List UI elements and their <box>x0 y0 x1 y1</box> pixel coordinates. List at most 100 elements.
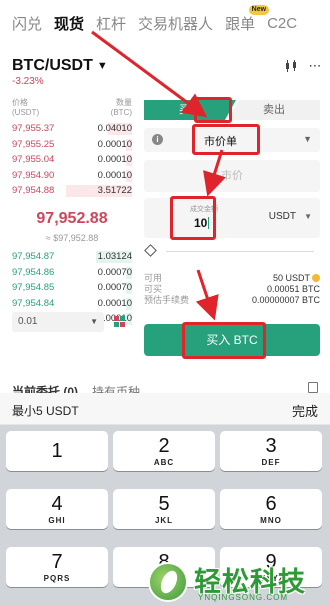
key-6[interactable]: 6 MNO <box>220 489 322 529</box>
balance-info: 可用 50 USDT 可买 0.00051 BTC 预估手续费 0.000000… <box>144 273 320 306</box>
amount-unit-select[interactable]: USDT <box>269 211 296 222</box>
amount-slider[interactable] <box>144 244 320 260</box>
available-row: 可用 50 USDT <box>144 273 320 284</box>
price-column-header: 价格 (USDT) <box>12 98 40 117</box>
key-7[interactable]: 7 PQRS <box>6 547 108 587</box>
new-badge: New <box>248 4 270 15</box>
ask-row[interactable]: 97,954.88 3.51722 <box>12 184 132 198</box>
last-price: 97,952.88 <box>36 210 108 227</box>
row-qty: 0.00070 <box>97 266 132 278</box>
depth-view-icon[interactable] <box>114 316 126 328</box>
highlight-box-order-type <box>192 124 260 155</box>
price-change: -3.23% <box>12 76 44 87</box>
tab-margin[interactable]: 杠杆 <box>96 13 126 34</box>
precision-value: 0.01 <box>18 316 38 327</box>
precision-select[interactable]: 0.01 ▼ <box>12 312 104 332</box>
bid-row[interactable]: 97,954.84 0.00010 <box>12 297 132 311</box>
row-price: 97,955.37 <box>12 123 55 134</box>
row-qty: 1.03124 <box>97 251 132 262</box>
available-value-wrap: 50 USDT <box>273 273 320 284</box>
slider-track[interactable] <box>166 251 314 252</box>
pair-selector[interactable]: BTC/USDT <box>12 57 93 75</box>
side-tabs: 买入 卖出 <box>144 100 320 120</box>
bid-row[interactable]: 97,954.85 0.00070 <box>12 281 132 295</box>
ask-row[interactable]: 97,954.90 0.00010 <box>12 169 132 183</box>
market-tabs: 闪兑 现货 杠杆 交易机器人 跟单 New C2C <box>0 0 330 46</box>
sell-tab[interactable]: 卖出 <box>228 100 320 120</box>
highlight-box-buy-button <box>182 322 266 359</box>
watermark-logo-icon <box>148 562 188 602</box>
tab-holdings[interactable]: 持有币种 <box>92 383 140 393</box>
key-digit: 5 <box>158 493 170 515</box>
row-price: 97,954.90 <box>12 169 55 181</box>
ask-row[interactable]: 97,955.25 0.00010 <box>12 138 132 152</box>
chevron-down-icon: ▼ <box>304 212 312 221</box>
available-label: 可用 <box>144 273 163 283</box>
chevron-down-icon: ▼ <box>90 317 98 326</box>
available-value: 50 USDT <box>272 273 310 283</box>
tab-copy-trading[interactable]: 跟单 New <box>225 4 270 34</box>
tab-flash-swap[interactable]: 闪兑 <box>12 13 42 34</box>
key-digit: 6 <box>265 493 277 515</box>
tab-trading-bot[interactable]: 交易机器人 <box>138 13 213 34</box>
can-buy-label: 可买 <box>144 284 163 294</box>
key-digit: 7 <box>51 551 63 573</box>
row-qty: 0.00010 <box>97 169 132 181</box>
row-price: 97,954.85 <box>12 282 55 293</box>
fee-value: 0.00000007 BTC <box>251 295 320 305</box>
ask-row[interactable]: 97,955.04 0.00010 <box>12 153 132 167</box>
key-letters: JKL <box>154 516 174 525</box>
bid-row[interactable]: 97,954.87 1.03124 <box>12 250 132 264</box>
pair-actions: ⋯ <box>284 58 322 73</box>
done-button[interactable]: 完成 <box>292 401 318 420</box>
add-funds-icon[interactable] <box>312 274 320 282</box>
slider-handle-icon[interactable] <box>144 244 157 257</box>
key-digit: 3 <box>265 435 277 457</box>
key-letters: GHI <box>48 516 66 525</box>
watermark-subtext: YNQINGSONG.COM <box>198 593 289 602</box>
keyboard-toolbar: 最小5 USDT 完成 <box>0 393 330 425</box>
fee-label: 预估手续费 <box>144 295 190 305</box>
row-price: 97,954.87 <box>12 251 55 262</box>
pair-header: BTC/USDT ▼ ⋯ <box>12 56 322 76</box>
candlestick-chart-icon[interactable] <box>284 59 298 73</box>
key-5[interactable]: 5 JKL <box>113 489 215 529</box>
more-icon[interactable]: ⋯ <box>308 58 322 73</box>
key-2[interactable]: 2 ABC <box>113 431 215 471</box>
key-4[interactable]: 4 GHI <box>6 489 108 529</box>
key-letters: ABC <box>153 458 175 467</box>
order-history-icon[interactable] <box>308 382 318 393</box>
row-qty: 0.00070 <box>97 282 132 293</box>
key-digit: 2 <box>158 435 170 457</box>
last-price-fiat: ≈ $97,952.88 <box>45 233 99 243</box>
key-digit: 4 <box>51 493 63 515</box>
key-digit: 1 <box>51 440 63 462</box>
key-1[interactable]: 1 <box>6 431 108 471</box>
row-qty: 0.00010 <box>97 154 132 165</box>
row-price: 97,954.86 <box>12 266 55 278</box>
caret-down-icon[interactable]: ▼ <box>97 60 108 72</box>
bid-row[interactable]: 97,954.86 0.00070 <box>12 266 132 280</box>
can-buy-value: 0.00051 BTC <box>266 284 320 294</box>
tab-c2c[interactable]: C2C <box>267 15 297 32</box>
highlight-box-buy-tab <box>194 97 232 123</box>
tab-open-orders[interactable]: 当前委托 (0) <box>12 383 78 393</box>
row-price: 97,955.04 <box>12 154 55 165</box>
ask-row[interactable]: 97,955.37 0.04010 <box>12 122 132 136</box>
price-input[interactable]: 市价 <box>144 160 320 192</box>
row-qty: 0.00010 <box>97 138 132 150</box>
key-letters: DEF <box>261 458 281 467</box>
key-letters: PQRS <box>43 574 71 583</box>
tab-spot[interactable]: 现货 <box>54 13 84 34</box>
info-icon[interactable]: i <box>152 134 163 145</box>
row-price: 97,954.88 <box>12 185 55 196</box>
key-3[interactable]: 3 DEF <box>220 431 322 471</box>
chevron-down-icon: ▼ <box>303 134 312 144</box>
row-price: 97,954.84 <box>12 297 55 309</box>
row-qty: 3.51722 <box>97 185 132 196</box>
watermark: 轻松科技 YNQINGSONG.COM <box>148 560 330 605</box>
key-letters: MNO <box>260 516 282 525</box>
highlight-box-amount <box>170 196 216 240</box>
qty-column-header: 数量 (BTC) <box>110 98 132 117</box>
row-qty: 0.00010 <box>97 297 132 309</box>
